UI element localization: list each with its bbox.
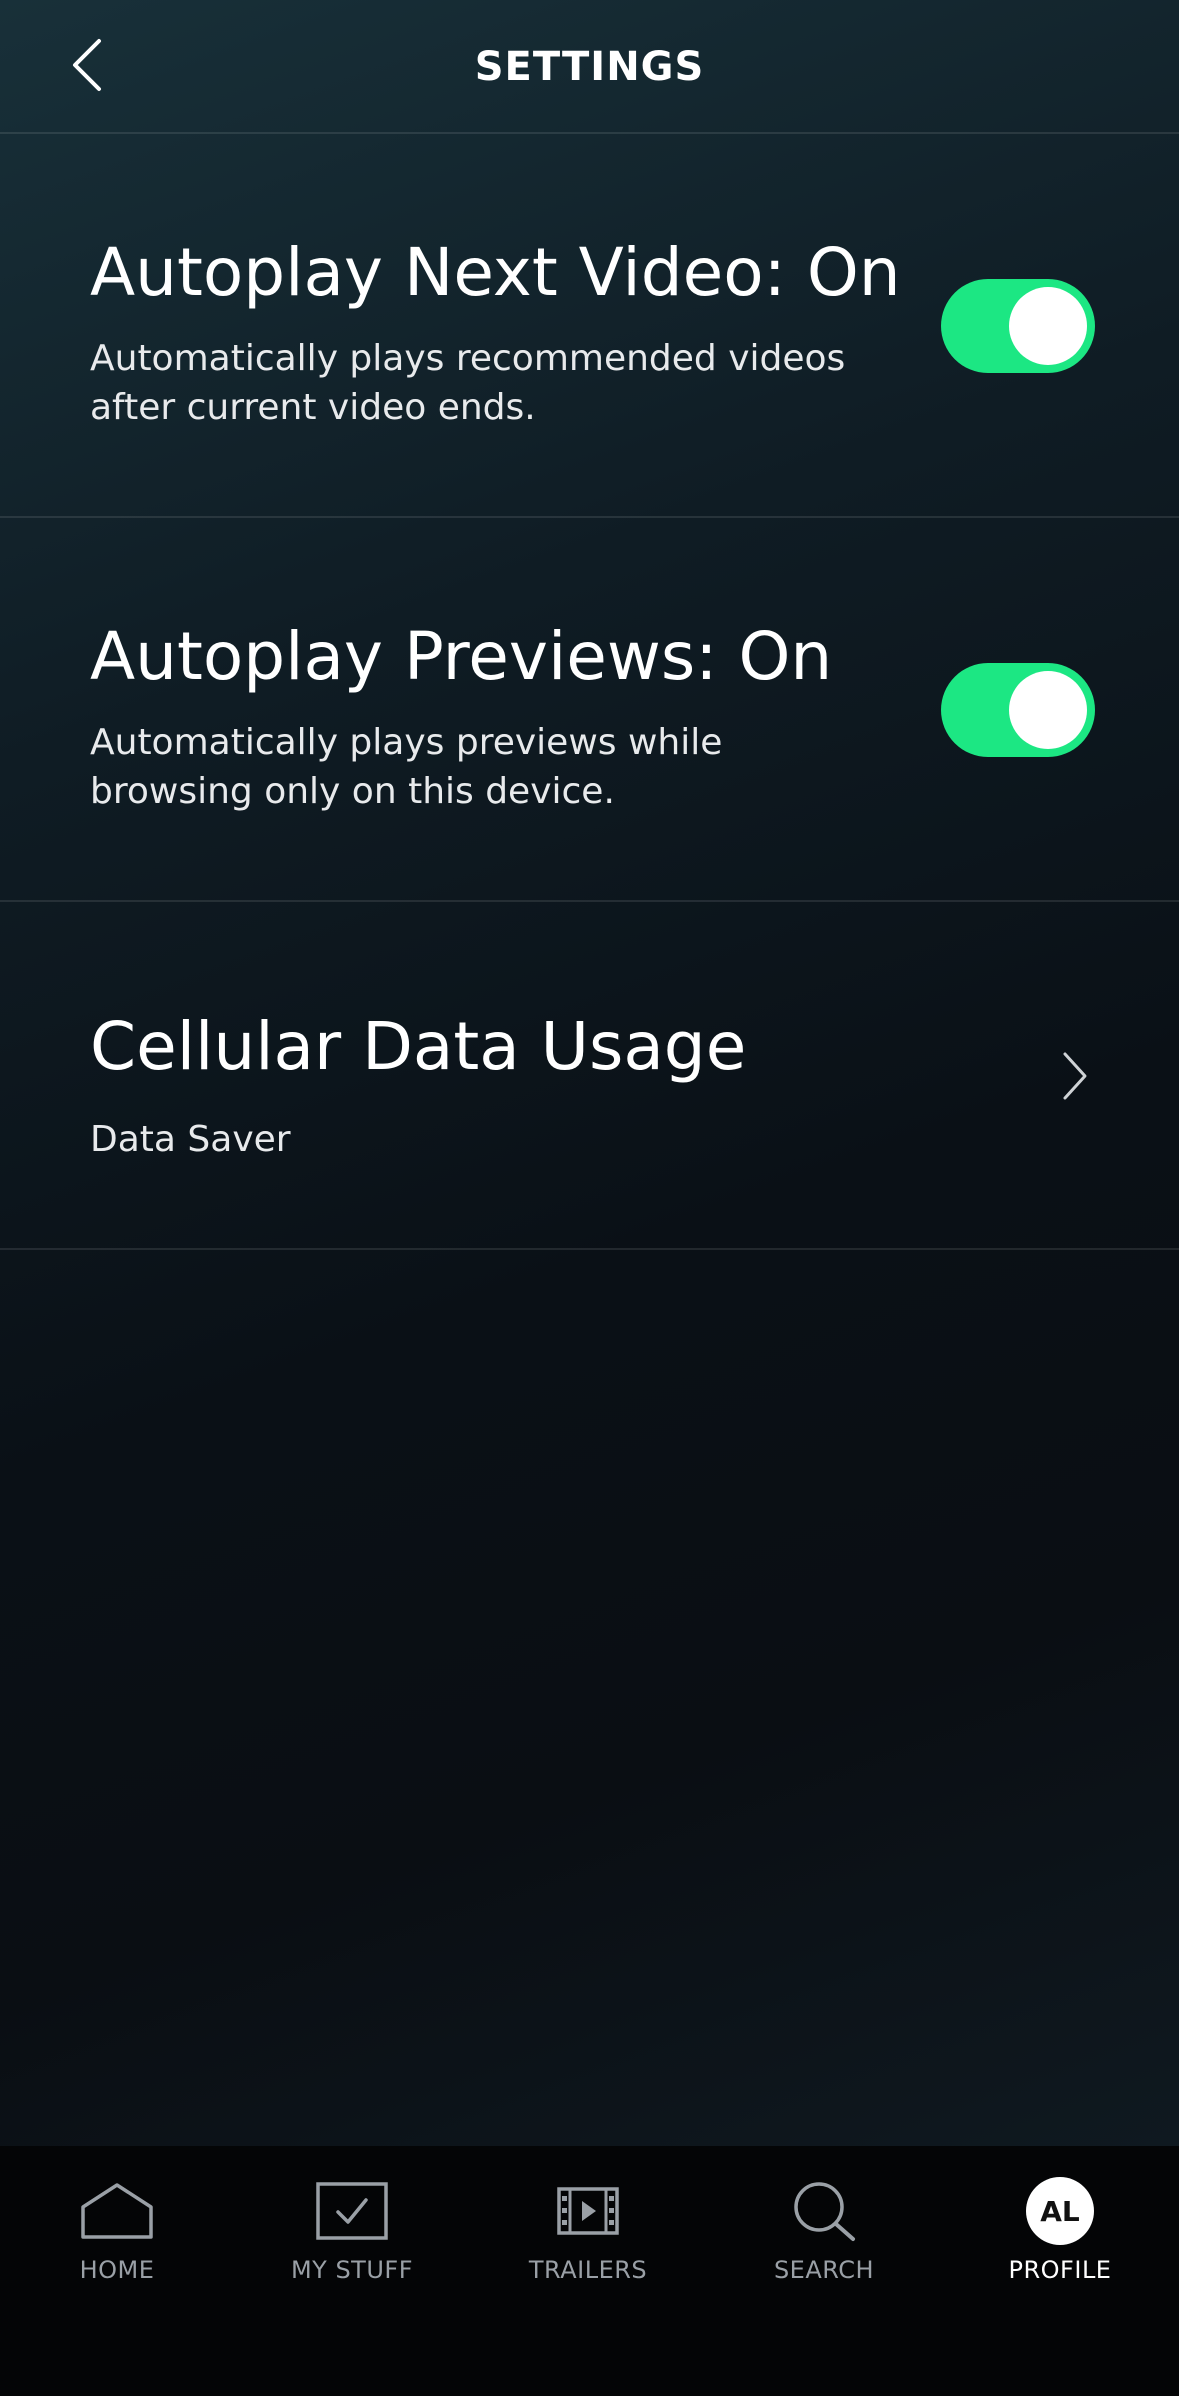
tab-label: HOME [79,2256,155,2284]
tab-home[interactable]: HOME [12,2176,222,2306]
tab-my-stuff[interactable]: MY STUFF [247,2176,457,2306]
tab-label: TRAILERS [528,2256,648,2284]
setting-autoplay-next-video: Autoplay Next Video: On Automatically pl… [0,134,1179,518]
checkbox-icon [312,2176,392,2246]
setting-title: Autoplay Next Video: On [90,234,901,311]
tab-label: SEARCH [773,2256,875,2284]
tab-search[interactable]: SEARCH [719,2176,929,2306]
toggle-knob [1009,671,1087,749]
toggle-knob [1009,287,1087,365]
setting-description: Automatically plays recommended videos a… [90,338,846,428]
header: SETTINGS [0,0,1179,134]
tab-label: PROFILE [1008,2256,1112,2284]
setting-title: Autoplay Previews: On [90,618,833,695]
tab-trailers[interactable]: TRAILERS [483,2176,693,2306]
tab-profile[interactable]: AL PROFILE [955,2176,1165,2306]
home-icon [77,2176,157,2246]
bottom-tab-bar: HOME MY STUFF TRAILERS SEARCH AL PROFILE [0,2146,1179,2396]
search-icon [784,2176,864,2246]
setting-description: Automatically plays previews while brows… [90,722,723,812]
avatar: AL [1026,2177,1094,2245]
back-button[interactable] [52,30,122,100]
avatar-wrapper: AL [1020,2176,1100,2246]
page-title: SETTINGS [474,44,705,90]
chevron-right-icon [1055,1046,1095,1106]
autoplay-previews-toggle[interactable] [941,663,1095,757]
setting-value: Data Saver [90,1119,291,1160]
setting-autoplay-previews: Autoplay Previews: On Automatically play… [0,518,1179,902]
autoplay-next-video-toggle[interactable] [941,279,1095,373]
film-icon [548,2176,628,2246]
setting-title: Cellular Data Usage [90,1008,747,1085]
tab-label: MY STUFF [290,2256,414,2284]
chevron-left-icon [73,39,101,91]
setting-cellular-data-usage[interactable]: Cellular Data Usage Data Saver [0,902,1179,1250]
